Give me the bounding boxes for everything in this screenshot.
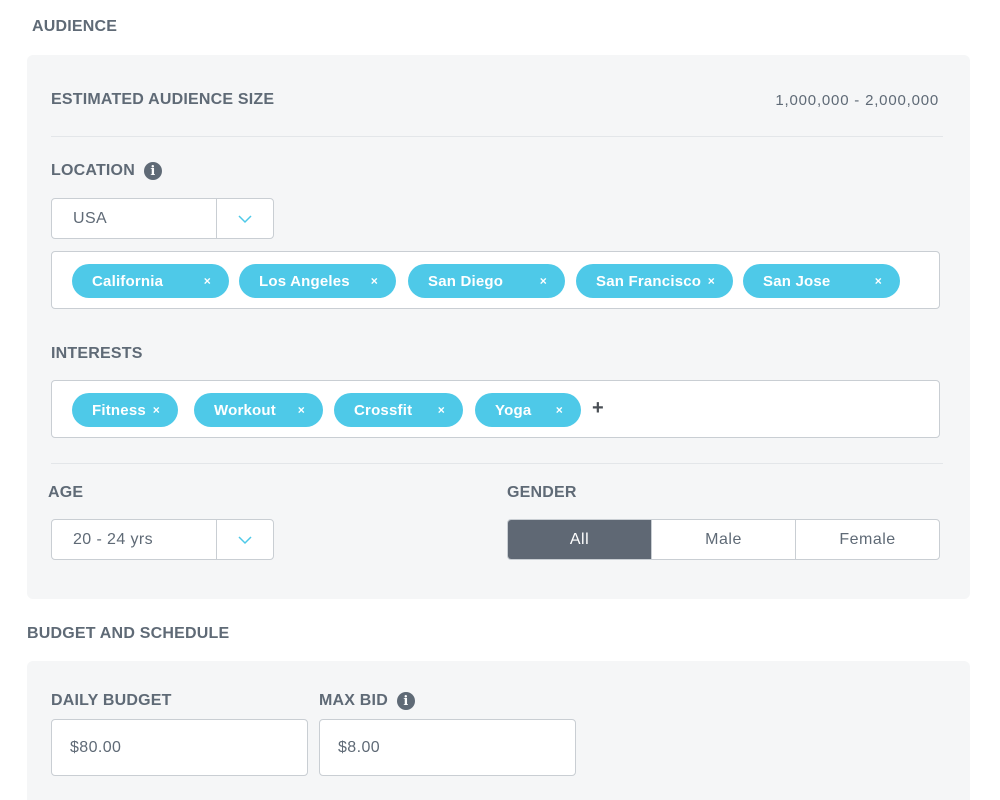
interest-tag: Fitness × [72,393,178,427]
daily-budget-label: DAILY BUDGET [51,692,172,709]
remove-tag-icon[interactable]: × [204,264,211,298]
daily-budget-input[interactable]: $80.00 [51,719,308,776]
country-select-value: USA [73,209,108,227]
gender-option-female[interactable]: Female [795,520,939,559]
country-select[interactable]: USA [51,198,274,239]
location-tag-input[interactable]: California × Los Angeles × San Diego × S… [51,251,940,309]
interest-tag-label: Fitness [92,401,146,419]
age-select-value: 20 - 24 yrs [73,530,153,548]
max-bid-label-text: MAX BID [319,692,388,709]
gender-label: GENDER [507,484,577,501]
location-tag: San Diego × [408,264,565,298]
location-tag-label: California [92,272,164,290]
interest-tag: Yoga × [475,393,581,427]
location-tag: Los Angeles × [239,264,396,298]
age-select[interactable]: 20 - 24 yrs [51,519,274,560]
interest-tag-label: Crossfit [354,401,413,419]
location-tag-label: San Diego [428,272,504,290]
estimated-audience-size-label: ESTIMATED AUDIENCE SIZE [51,91,275,108]
audience-section-title: AUDIENCE [32,18,118,35]
add-interest-icon[interactable]: + [592,397,604,420]
remove-tag-icon[interactable]: × [153,393,160,427]
location-tag: San Francisco × [576,264,733,298]
remove-tag-icon[interactable]: × [540,264,547,298]
gender-segmented-control: All Male Female [507,519,940,560]
interests-tag-input[interactable]: Fitness × Workout × Crossfit × Yoga × + [51,380,940,438]
remove-tag-icon[interactable]: × [875,264,882,298]
location-tag-label: Los Angeles [259,272,350,290]
interest-tag-label: Yoga [495,401,532,419]
audience-panel: ESTIMATED AUDIENCE SIZE 1,000,000 - 2,00… [27,55,970,599]
location-tag-label: San Francisco [596,272,702,290]
chevron-down-icon[interactable] [216,520,273,559]
location-tag: California × [72,264,229,298]
interest-tag-label: Workout [214,401,276,419]
info-icon[interactable]: i [143,162,162,180]
remove-tag-icon[interactable]: × [298,393,305,427]
remove-tag-icon[interactable]: × [438,393,445,427]
info-icon[interactable]: i [396,692,415,710]
location-tag-label: San Jose [763,272,831,290]
remove-tag-icon[interactable]: × [708,264,715,298]
divider [51,463,943,464]
interest-tag: Crossfit × [334,393,463,427]
location-tag: San Jose × [743,264,900,298]
interests-label: INTERESTS [51,345,143,362]
budget-panel: DAILY BUDGET $80.00 MAX BID i $8.00 [27,661,970,800]
location-label: LOCATION i [51,162,162,180]
gender-option-all[interactable]: All [508,520,651,559]
divider [51,136,943,137]
location-label-text: LOCATION [51,162,135,179]
age-label: AGE [48,484,84,501]
chevron-down-icon[interactable] [216,199,273,238]
interest-tag: Workout × [194,393,323,427]
max-bid-label: MAX BID i [319,692,415,710]
estimated-audience-size-value: 1,000,000 - 2,000,000 [775,92,939,109]
budget-section-title: BUDGET AND SCHEDULE [27,625,230,642]
gender-option-male[interactable]: Male [651,520,795,559]
remove-tag-icon[interactable]: × [556,393,563,427]
max-bid-input[interactable]: $8.00 [319,719,576,776]
remove-tag-icon[interactable]: × [371,264,378,298]
